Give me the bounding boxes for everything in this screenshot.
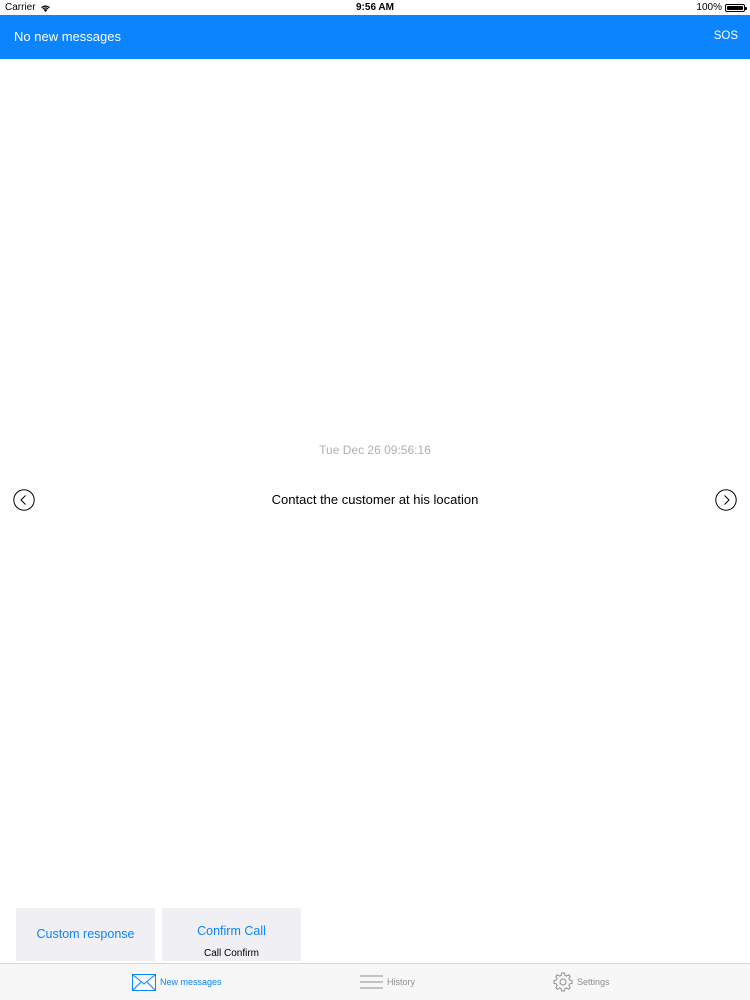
tab-bar: New messages History Settings bbox=[0, 963, 750, 1000]
status-bar: Carrier 9:56 AM 100% bbox=[0, 0, 750, 15]
chevron-left-circle-icon bbox=[13, 489, 35, 511]
status-time: 9:56 AM bbox=[356, 2, 394, 13]
tab-history-label: History bbox=[387, 977, 416, 987]
sos-button[interactable]: SOS bbox=[714, 30, 738, 42]
tab-new-messages[interactable]: New messages bbox=[132, 964, 222, 1000]
battery-indicator: 100% bbox=[696, 2, 747, 13]
custom-response-button[interactable]: Custom response bbox=[16, 908, 155, 961]
previous-message-button[interactable] bbox=[13, 489, 35, 511]
tab-settings[interactable]: Settings bbox=[553, 964, 610, 1000]
confirm-call-sublabel: Call Confirm bbox=[203, 948, 259, 959]
confirm-call-label: Confirm Call bbox=[197, 924, 266, 938]
nav-title: No new messages bbox=[14, 29, 121, 44]
tab-new-messages-label: New messages bbox=[160, 977, 222, 987]
gear-icon bbox=[553, 972, 573, 992]
battery-icon bbox=[725, 3, 747, 12]
next-message-button[interactable] bbox=[715, 489, 737, 511]
envelope-icon bbox=[132, 973, 156, 991]
confirm-call-button[interactable]: Confirm Call Call Confirm bbox=[162, 908, 301, 961]
custom-response-label: Custom response bbox=[36, 927, 135, 941]
nav-bar: No new messages SOS bbox=[0, 15, 750, 59]
chevron-right-circle-icon bbox=[715, 489, 737, 511]
tab-settings-label: Settings bbox=[577, 977, 610, 987]
tab-history[interactable]: History bbox=[360, 964, 415, 1000]
list-icon bbox=[360, 975, 383, 989]
message-text: Contact the customer at his location bbox=[271, 492, 479, 507]
battery-percent: 100% bbox=[696, 2, 722, 13]
message-timestamp: Tue Dec 26 09:56:16 bbox=[319, 443, 431, 457]
